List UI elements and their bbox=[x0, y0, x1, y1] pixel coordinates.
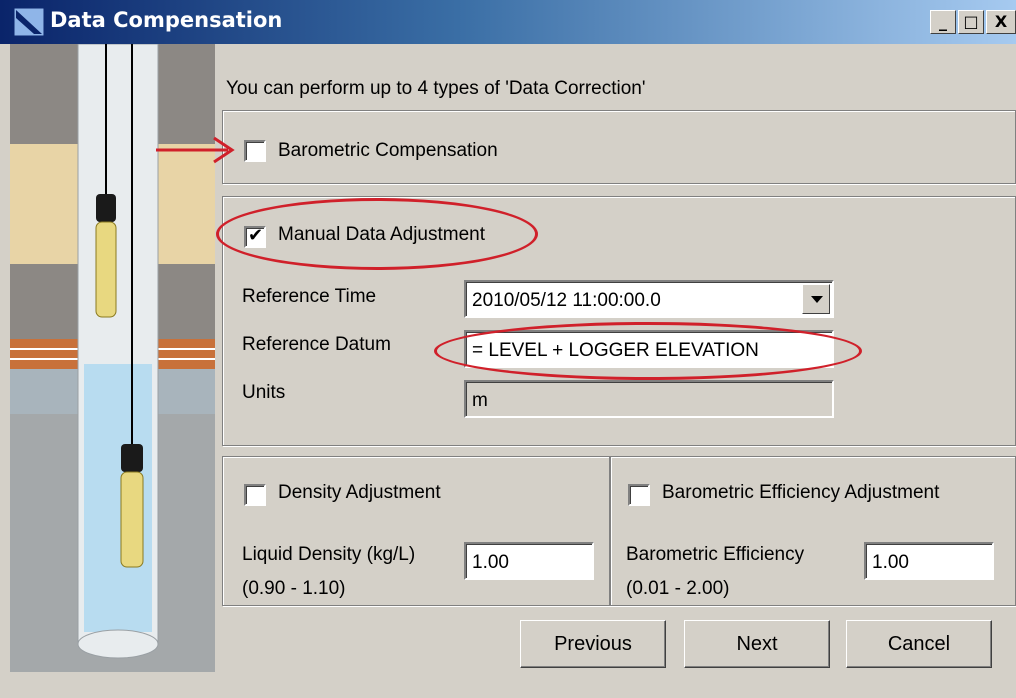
density-adjustment-label: Density Adjustment bbox=[278, 482, 441, 503]
barometric-efficiency-input[interactable]: 1.00 bbox=[864, 542, 994, 580]
density-adjustment-checkbox[interactable] bbox=[244, 484, 266, 506]
reference-time-value: 2010/05/12 11:00:00.0 bbox=[472, 290, 661, 311]
reference-time-label: Reference Time bbox=[242, 286, 377, 307]
chevron-down-icon[interactable] bbox=[802, 284, 830, 314]
barometric-efficiency-adjustment-label: Barometric Efficiency Adjustment bbox=[662, 482, 940, 503]
reference-time-select[interactable]: 2010/05/12 11:00:00.0 bbox=[464, 280, 834, 318]
title-bar[interactable]: Data Compensation _ □ X bbox=[0, 0, 1016, 44]
previous-button[interactable]: Previous bbox=[520, 620, 666, 668]
units-label: Units bbox=[242, 382, 286, 403]
liquid-density-label: Liquid Density (kg/L) bbox=[242, 544, 416, 565]
barometric-efficiency-label: Barometric Efficiency bbox=[626, 544, 805, 565]
liquid-density-range: (0.90 - 1.10) bbox=[242, 578, 346, 599]
next-button[interactable]: Next bbox=[684, 620, 830, 668]
units-value: m bbox=[472, 390, 488, 411]
close-button[interactable]: X bbox=[986, 10, 1016, 34]
reference-datum-label: Reference Datum bbox=[242, 334, 391, 355]
barometric-efficiency-value: 1.00 bbox=[872, 552, 909, 573]
window-title: Data Compensation bbox=[50, 8, 283, 32]
dialog-window: Data Compensation _ □ X You can perform … bbox=[0, 0, 1016, 698]
annotation-circle-datum bbox=[434, 322, 862, 380]
barometric-compensation-checkbox[interactable] bbox=[244, 140, 266, 162]
minimize-button[interactable]: _ bbox=[930, 10, 956, 34]
cancel-button[interactable]: Cancel bbox=[846, 620, 992, 668]
liquid-density-input[interactable]: 1.00 bbox=[464, 542, 594, 580]
barometric-compensation-label: Barometric Compensation bbox=[278, 140, 498, 161]
units-field: m bbox=[464, 380, 834, 418]
barometric-efficiency-checkbox[interactable] bbox=[628, 484, 650, 506]
liquid-density-value: 1.00 bbox=[472, 552, 509, 573]
app-icon bbox=[14, 8, 44, 36]
maximize-button[interactable]: □ bbox=[958, 10, 984, 34]
annotation-circle-manual bbox=[216, 198, 538, 270]
annotation-arrow bbox=[156, 136, 235, 164]
intro-text: You can perform up to 4 types of 'Data C… bbox=[226, 78, 646, 99]
barometric-efficiency-range: (0.01 - 2.00) bbox=[626, 578, 730, 599]
